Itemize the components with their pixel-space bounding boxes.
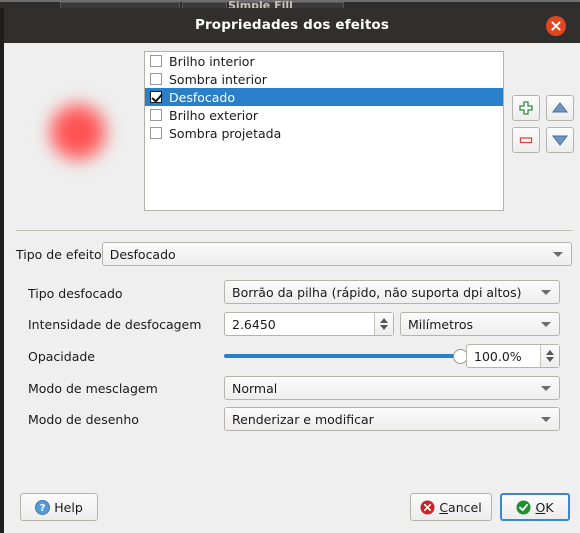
effect-type-label: Tipo de efeito — [16, 246, 102, 262]
chevron-down-icon — [541, 417, 551, 422]
effect-checkbox[interactable] — [150, 91, 162, 103]
stepper-down-icon — [380, 325, 388, 330]
list-item[interactable]: Brilho interior — [145, 52, 503, 70]
cancel-icon — [420, 500, 435, 514]
ok-button-label: OK — [535, 499, 554, 515]
blur-type-select[interactable]: Borrão da pilha (rápido, não suporta dpi… — [224, 280, 560, 304]
blur-strength-row: Intensidade de desfocagem — [28, 311, 201, 337]
effect-type-row: Tipo de efeito Desfocado — [16, 242, 572, 266]
effect-type-select[interactable]: Desfocado — [101, 242, 572, 266]
list-item[interactable]: Brilho exterior — [145, 106, 503, 124]
draw-mode-select[interactable]: Renderizar e modificar — [224, 407, 560, 431]
blur-strength-unit-value: Milímetros — [408, 316, 473, 332]
blur-strength-value: 2.6450 — [232, 316, 276, 332]
effect-type-value: Desfocado — [109, 246, 176, 262]
blend-mode-value: Normal — [232, 380, 278, 396]
dialog-button-bar: ? Help Cancel OK — [4, 481, 580, 533]
dialog-titlebar: Propriedades dos efeitos — [4, 8, 580, 43]
blur-strength-unit-select[interactable]: Milímetros — [400, 312, 560, 336]
blur-strength-stepper[interactable] — [374, 313, 393, 335]
chevron-down-icon — [541, 386, 551, 391]
blend-mode-select[interactable]: Normal — [224, 376, 560, 400]
blur-type-label: Tipo desfocado — [28, 285, 123, 301]
ok-button[interactable]: OK — [500, 493, 570, 521]
effect-preview — [10, 51, 142, 211]
draw-mode-label: Modo de desenho — [28, 411, 139, 427]
list-item[interactable]: Sombra interior — [145, 70, 503, 88]
opacity-slider[interactable] — [224, 344, 468, 368]
list-item-label: Sombra interior — [169, 71, 267, 87]
opacity-label: Opacidade — [28, 348, 95, 364]
help-icon: ? — [35, 499, 51, 515]
preview-blur-blob — [45, 99, 111, 165]
opacity-row: Opacidade — [28, 343, 95, 369]
arrow-down-icon — [552, 135, 568, 146]
chevron-down-icon — [553, 252, 563, 257]
effects-properties-dialog: Propriedades dos efeitos Brilho interior… — [0, 8, 580, 533]
blur-strength-label: Intensidade de desfocagem — [28, 316, 202, 332]
blend-mode-label: Modo de mesclagem — [28, 380, 158, 396]
effect-checkbox[interactable] — [150, 127, 162, 139]
move-effect-down-button[interactable] — [546, 127, 574, 153]
list-item[interactable]: Sombra projetada — [145, 124, 503, 142]
opacity-input[interactable]: 100.0% — [466, 344, 560, 368]
opacity-value: 100.0% — [474, 348, 522, 364]
arrow-up-icon — [552, 102, 568, 113]
ok-button-label-rest: K — [545, 499, 554, 515]
list-item-label: Brilho exterior — [169, 107, 259, 123]
effect-checkbox[interactable] — [150, 109, 162, 121]
opacity-stepper[interactable] — [540, 345, 559, 367]
plus-icon — [519, 101, 533, 115]
help-button[interactable]: ? Help — [20, 493, 98, 521]
stepper-down-icon — [546, 357, 554, 362]
chevron-down-icon — [541, 322, 551, 327]
remove-effect-button[interactable] — [512, 127, 540, 153]
list-item[interactable]: Desfocado — [145, 88, 503, 106]
dialog-title: Propriedades dos efeitos — [194, 17, 390, 33]
cancel-button[interactable]: Cancel — [410, 493, 492, 521]
svg-text:?: ? — [40, 503, 46, 514]
help-button-label: Help — [54, 499, 83, 515]
ok-icon — [516, 500, 531, 514]
chevron-down-icon — [541, 290, 551, 295]
blur-type-row: Tipo desfocado — [28, 280, 123, 306]
cancel-button-label: Cancel — [439, 499, 482, 515]
close-icon[interactable] — [546, 16, 566, 36]
list-item-label: Brilho interior — [169, 53, 255, 69]
blend-mode-row: Modo de mesclagem — [28, 375, 158, 401]
effects-list[interactable]: Brilho interior Sombra interior Desfocad… — [144, 51, 504, 211]
list-item-label: Sombra projetada — [169, 125, 282, 141]
move-effect-up-button[interactable] — [546, 95, 574, 121]
dialog-body: Brilho interior Sombra interior Desfocad… — [4, 43, 580, 533]
stepper-up-icon — [546, 350, 554, 355]
list-item-label: Desfocado — [169, 89, 235, 105]
section-divider — [16, 230, 572, 231]
add-effect-button[interactable] — [512, 95, 540, 121]
blur-type-value: Borrão da pilha (rápido, não suporta dpi… — [232, 284, 522, 300]
effect-checkbox[interactable] — [150, 55, 162, 67]
slider-fill — [224, 354, 464, 358]
effect-checkbox[interactable] — [150, 73, 162, 85]
minus-icon — [519, 137, 533, 144]
draw-mode-row: Modo de desenho — [28, 406, 139, 432]
cancel-button-label-rest: ancel — [448, 499, 482, 515]
stepper-up-icon — [380, 318, 388, 323]
blur-strength-input[interactable]: 2.6450 — [224, 312, 394, 336]
draw-mode-value: Renderizar e modificar — [232, 411, 374, 427]
